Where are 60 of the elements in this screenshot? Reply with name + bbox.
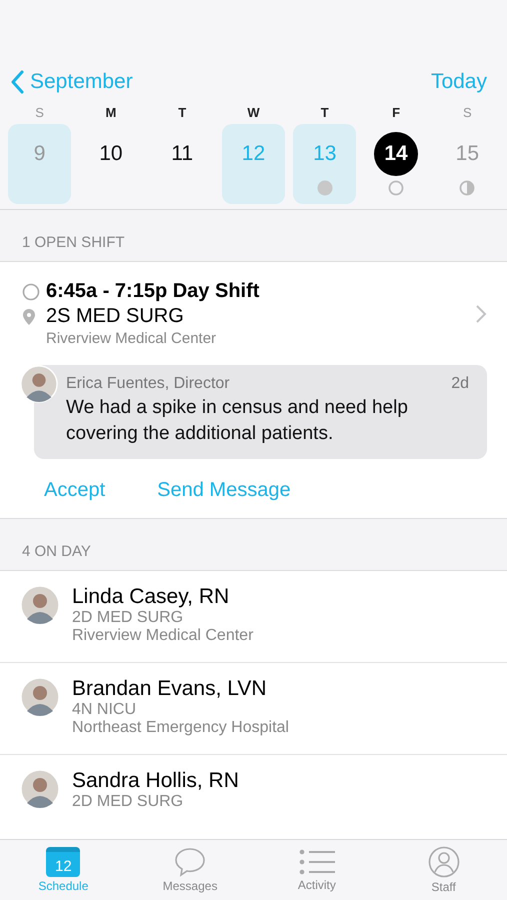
- day-slot[interactable]: 11: [150, 124, 214, 204]
- day-cell[interactable]: 12: [222, 124, 286, 204]
- day-slot[interactable]: 15: [436, 124, 499, 204]
- today-button[interactable]: Today: [430, 70, 487, 94]
- weekday-label: M: [104, 104, 118, 122]
- message-text: We had a spike in census and need help covering the additional patients.: [66, 396, 409, 446]
- chat-bubble-icon: [174, 847, 206, 877]
- weekday-label: W: [246, 104, 261, 122]
- shift-time: 6:45a - 7:15p Day Shift: [46, 280, 260, 303]
- accept-button[interactable]: Accept: [44, 479, 106, 502]
- day-cell[interactable]: 13: [293, 124, 356, 204]
- tab-bar-item[interactable]: Messages: [126, 840, 254, 900]
- staff-name: Linda Casey, RN: [72, 585, 230, 609]
- day-slot[interactable]: 14: [364, 124, 428, 204]
- chevron-right-icon[interactable]: [475, 304, 487, 324]
- facility-name: Riverview Medical Center: [72, 627, 254, 645]
- staff-row[interactable]: Linda Casey, RN 2D MED SURG Riverview Medical Center: [0, 571, 507, 663]
- facility-name: Northeast Emergency Hospital: [72, 719, 289, 737]
- weekday-label: S: [462, 104, 473, 122]
- tab-bar-item[interactable]: Activity: [254, 840, 380, 900]
- unit-name: 4N NICU: [72, 701, 138, 719]
- avatar: [20, 365, 58, 403]
- day-number[interactable]: 10: [88, 132, 133, 176]
- profile-icon: [428, 846, 460, 878]
- tab-bar-item[interactable]: 12 Schedule: [0, 840, 127, 900]
- unit-name: 2D MED SURG: [72, 793, 184, 811]
- send-message-button[interactable]: Send Message: [157, 479, 291, 502]
- half-circle-icon: [459, 180, 476, 196]
- staff-name: Brandan Evans, LVN: [72, 677, 268, 701]
- avatar: [20, 585, 60, 625]
- day-number[interactable]: 15: [445, 132, 490, 176]
- list-icon: [298, 848, 335, 876]
- weekday-label: T: [177, 104, 188, 122]
- calendar-icon: 12: [46, 847, 80, 877]
- unit-name: 2D MED SURG: [72, 609, 184, 627]
- weekday-label: F: [391, 104, 402, 122]
- filled-dot-icon: [316, 180, 333, 196]
- message-age: 2d: [451, 375, 469, 393]
- day-number[interactable]: 12: [231, 132, 276, 176]
- day-number[interactable]: 9: [18, 132, 62, 176]
- staff-name: Sandra Hollis, RN: [72, 769, 239, 793]
- staff-row[interactable]: Brandan Evans, LVN 4N NICU Northeast Emergency Hospital: [0, 663, 507, 755]
- back-button[interactable]: September: [10, 70, 133, 94]
- day-slot[interactable]: 10: [79, 124, 143, 204]
- empty-circle-icon: [388, 180, 404, 196]
- empty-circle-icon: [22, 282, 40, 300]
- unit-name: 2S MED SURG: [46, 305, 185, 328]
- day-number[interactable]: 11: [160, 132, 204, 176]
- avatar: [20, 769, 60, 809]
- tab-bar-item[interactable]: Staff: [380, 840, 507, 900]
- day-number[interactable]: 14: [374, 132, 418, 176]
- weekday-label: S: [34, 104, 45, 122]
- avatar: [20, 677, 60, 717]
- weekday-label: T: [320, 104, 330, 122]
- day-number[interactable]: 13: [302, 132, 347, 176]
- back-chevron-icon: [10, 70, 24, 94]
- facility-name: Riverview Medical Center: [46, 330, 218, 347]
- location-pin-icon: [22, 308, 36, 326]
- day-cell[interactable]: 9: [8, 124, 72, 204]
- message-author: Erica Fuentes, Director: [66, 375, 230, 393]
